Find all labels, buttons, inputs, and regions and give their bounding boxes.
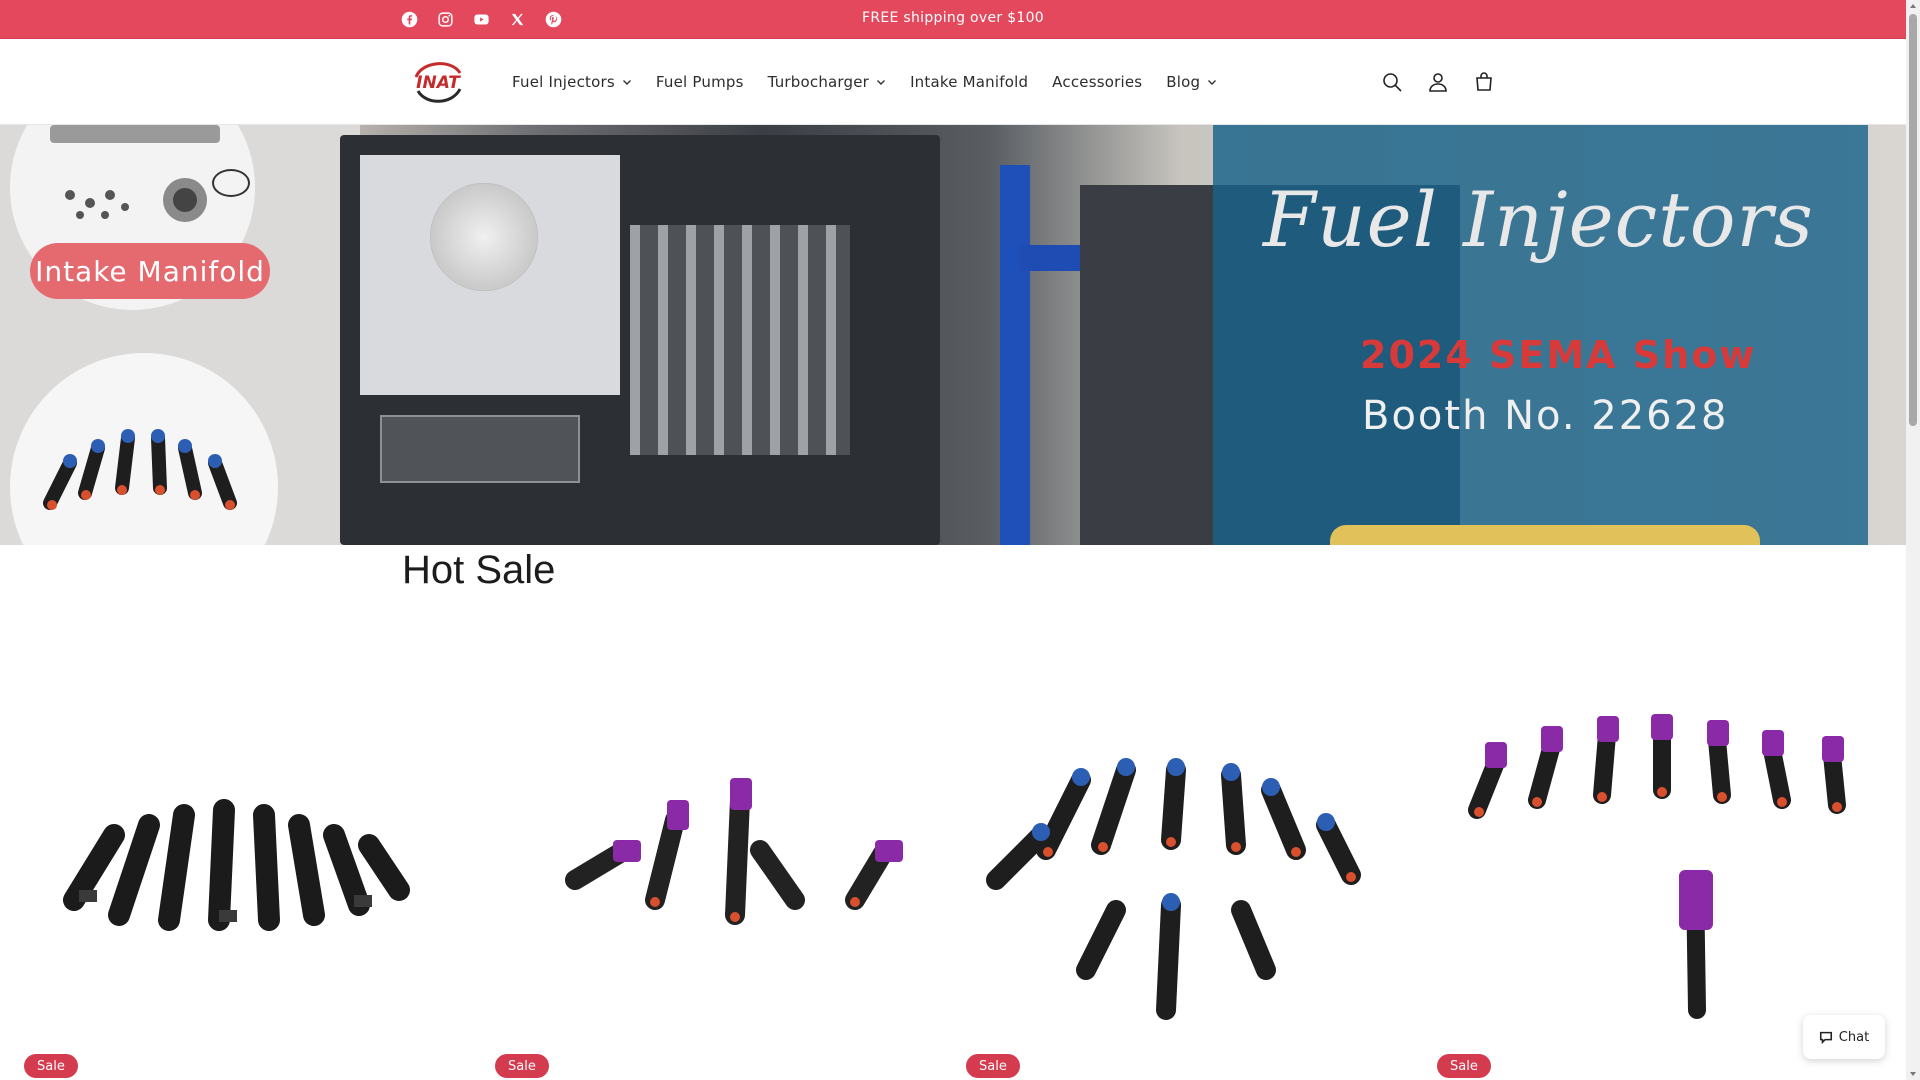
- product-card[interactable]: Sale: [24, 650, 472, 1080]
- svg-text:INAT: INAT: [416, 73, 461, 93]
- nav-blog[interactable]: Blog: [1166, 73, 1217, 91]
- main-nav: Fuel Injectors Fuel Pumps Turbocharger I…: [512, 39, 1241, 125]
- announcement-bar: FREE shipping over $100: [0, 0, 1906, 39]
- chat-label: Chat: [1838, 1029, 1870, 1045]
- nav-label: Accessories: [1052, 73, 1143, 91]
- hero-title: Fuel Injectors: [1263, 175, 1814, 264]
- hero-yellow-button[interactable]: [1330, 525, 1760, 545]
- sale-badge: Sale: [24, 1054, 78, 1078]
- product-image[interactable]: [495, 650, 943, 1035]
- product-grid: Sale Sale Sale Sale: [24, 650, 1894, 1080]
- announcement-text-wrap: FREE shipping over $100: [0, 0, 1906, 36]
- nav-fuel-pumps[interactable]: Fuel Pumps: [656, 73, 744, 91]
- nav-intake-manifold[interactable]: Intake Manifold: [910, 73, 1028, 91]
- nav-label: Turbocharger: [767, 73, 870, 91]
- gasket-ring: [212, 169, 250, 197]
- chevron-down-icon: [877, 80, 886, 85]
- header-icons: [1380, 39, 1496, 125]
- sale-badge: Sale: [495, 1054, 549, 1078]
- nav-accessories[interactable]: Accessories: [1052, 73, 1142, 91]
- nav-label: Fuel Injectors: [512, 73, 615, 91]
- hero-booth: Booth No. 22628: [1362, 393, 1729, 439]
- sale-badge: Sale: [966, 1054, 1020, 1078]
- intake-manifold-badge[interactable]: Intake Manifold: [30, 243, 270, 299]
- product-card[interactable]: Sale: [966, 650, 1414, 1080]
- inat-logo[interactable]: INAT: [408, 57, 468, 107]
- chevron-down-icon: [1208, 80, 1217, 85]
- chat-button[interactable]: Chat: [1803, 1015, 1885, 1059]
- scroll-up-icon[interactable]: [1909, 2, 1917, 10]
- page-scrollbar[interactable]: [1906, 0, 1920, 1080]
- scrollbar-thumb[interactable]: [1909, 14, 1917, 426]
- cart-icon[interactable]: [1472, 70, 1496, 94]
- nav-turbocharger[interactable]: Turbocharger: [768, 73, 886, 91]
- sale-badge: Sale: [1437, 1054, 1491, 1078]
- site-header: INAT Fuel Injectors Fuel Pumps Turbochar…: [0, 39, 1906, 125]
- nav-label: Blog: [1166, 73, 1201, 91]
- announcement-text: FREE shipping over $100: [861, 10, 1045, 26]
- scroll-down-icon[interactable]: [1909, 1070, 1917, 1078]
- test-tubes: [630, 225, 850, 455]
- nav-fuel-injectors[interactable]: Fuel Injectors: [512, 73, 632, 91]
- search-icon[interactable]: [1380, 70, 1404, 94]
- hero-event: 2024 SEMA Show: [1360, 333, 1757, 377]
- account-icon[interactable]: [1426, 70, 1450, 94]
- section-title: Hot Sale: [402, 548, 556, 592]
- product-image[interactable]: [24, 650, 472, 1035]
- hero-banner[interactable]: Intake Manifold Fuel Injectors 2024 SEMA…: [0, 125, 1906, 545]
- chat-icon: [1819, 1031, 1832, 1044]
- machine-drawer: [380, 415, 580, 483]
- nav-label: Intake Manifold: [910, 73, 1029, 91]
- product-card[interactable]: Sale: [495, 650, 943, 1080]
- chevron-down-icon: [622, 80, 631, 85]
- nav-label: Fuel Pumps: [655, 73, 744, 91]
- blue-shelf: [1000, 165, 1030, 545]
- product-image[interactable]: [1437, 650, 1885, 1035]
- product-image[interactable]: [966, 650, 1414, 1035]
- pressure-gauge: [430, 183, 538, 291]
